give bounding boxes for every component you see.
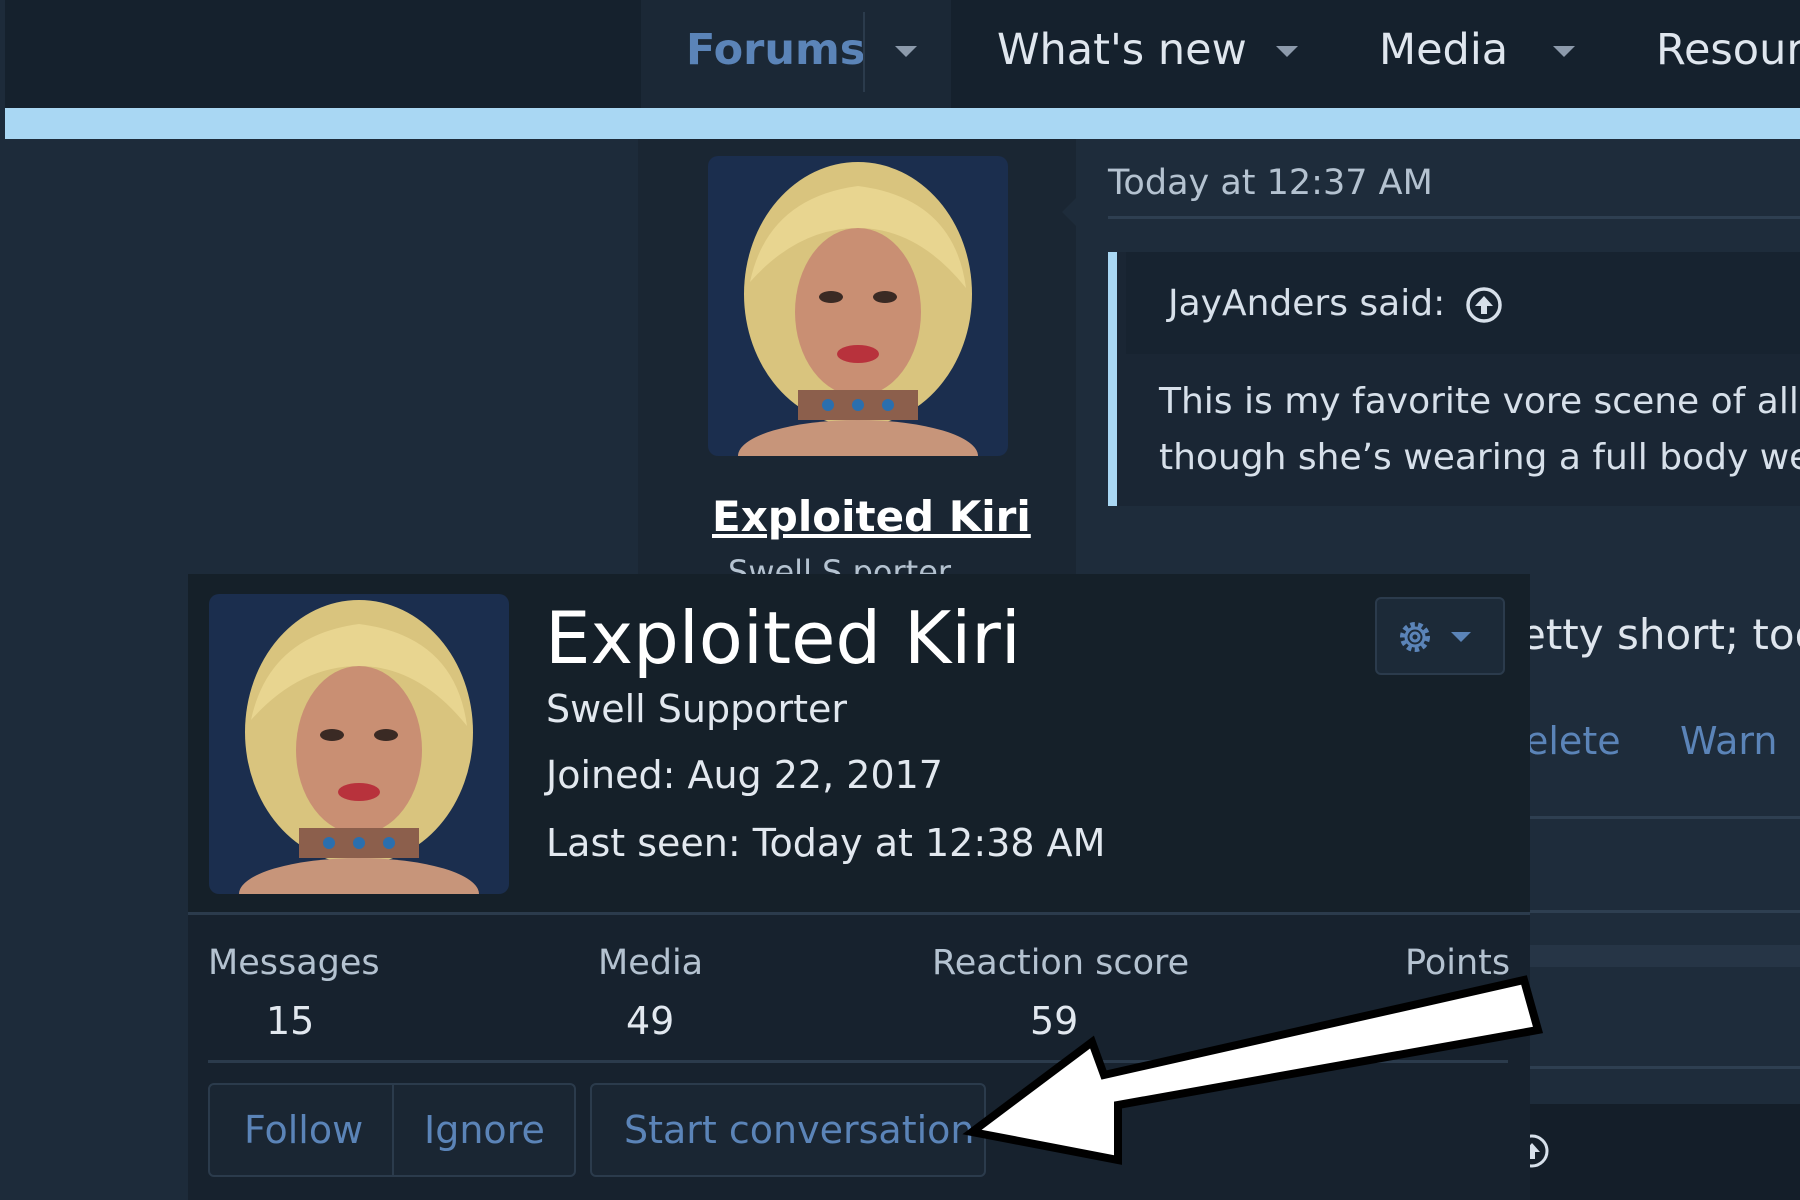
member-avatar[interactable]	[209, 594, 509, 894]
member-title: Swell Supporter	[546, 687, 847, 731]
quote-author[interactable]: JayAnders said:	[1168, 282, 1445, 326]
nav-item-forums[interactable]: Forums	[686, 24, 865, 76]
quote-text-line-2: though she’s wearing a full body we	[1159, 437, 1800, 478]
next-post-header	[1530, 945, 1800, 967]
post-author-name-link[interactable]: Exploited Kiri	[712, 492, 1031, 541]
post-header-divider	[1108, 216, 1800, 219]
stat-label-points: Points	[1405, 943, 1511, 983]
stat-label-media: Media	[598, 943, 704, 983]
ignore-button[interactable]: Ignore	[424, 1085, 545, 1175]
gear-icon	[1400, 622, 1430, 652]
tooltip-stats-divider	[208, 1060, 1508, 1063]
avatar-image	[209, 594, 509, 894]
nav-item-resources[interactable]: Resourc	[1656, 24, 1800, 76]
quote-block: JayAnders said: This is my favorite vore…	[1108, 252, 1800, 506]
post-separator	[1530, 910, 1800, 913]
chevron-down-icon	[1451, 632, 1471, 642]
post-separator	[1530, 1066, 1800, 1069]
quote-header: JayAnders said:	[1126, 252, 1800, 354]
button-divider	[392, 1085, 394, 1175]
nav-divider	[863, 12, 865, 92]
follow-button[interactable]: Follow	[244, 1085, 363, 1175]
member-name[interactable]: Exploited Kiri	[545, 596, 1021, 680]
start-conversation-button-group: Start conversation	[590, 1083, 986, 1177]
post-date[interactable]: Today at 12:37 AM	[1108, 162, 1433, 204]
stat-value-media[interactable]: 49	[626, 998, 674, 1044]
start-conversation-button[interactable]: Start conversation	[624, 1085, 975, 1175]
stat-label-reaction-score: Reaction score	[932, 943, 1190, 983]
post-author-avatar[interactable]	[708, 156, 1008, 456]
tooltip-header-divider	[188, 912, 1530, 915]
follow-ignore-button-group: Follow Ignore	[208, 1083, 576, 1177]
member-tools-menu-button[interactable]	[1375, 597, 1505, 675]
post-pointer	[1062, 196, 1078, 228]
nav-item-whats-new[interactable]: What's new	[997, 24, 1247, 76]
next-post-dark-area	[1530, 1104, 1800, 1200]
chevron-down-icon[interactable]	[895, 46, 917, 57]
member-last-seen: Last seen: Today at 12:38 AM	[546, 821, 1106, 865]
post-footer-divider	[1530, 816, 1800, 819]
post-body-text: etty short; too	[1520, 610, 1800, 659]
top-navigation-bar: Forums What's new Media Resourc	[5, 0, 1800, 108]
stat-value-reaction-score[interactable]: 59	[1030, 998, 1078, 1044]
nav-item-media[interactable]: Media	[1379, 24, 1508, 76]
arrow-up-circle-icon[interactable]	[1464, 285, 1504, 325]
forum-page: Forums What's new Media Resourc Exploite…	[0, 0, 1800, 1200]
post-action-delete[interactable]: elete	[1525, 718, 1621, 764]
post-action-warn[interactable]: Warn	[1680, 718, 1777, 764]
member-joined: Joined: Aug 22, 2017	[546, 753, 943, 797]
stat-label-messages: Messages	[208, 943, 380, 983]
accent-strip	[5, 108, 1800, 139]
chevron-down-icon[interactable]	[1553, 46, 1575, 57]
chevron-down-icon[interactable]	[1276, 46, 1298, 57]
stat-value-messages[interactable]: 15	[266, 998, 314, 1044]
quote-text-line-1: This is my favorite vore scene of all	[1159, 381, 1799, 422]
avatar-image	[708, 156, 1008, 456]
